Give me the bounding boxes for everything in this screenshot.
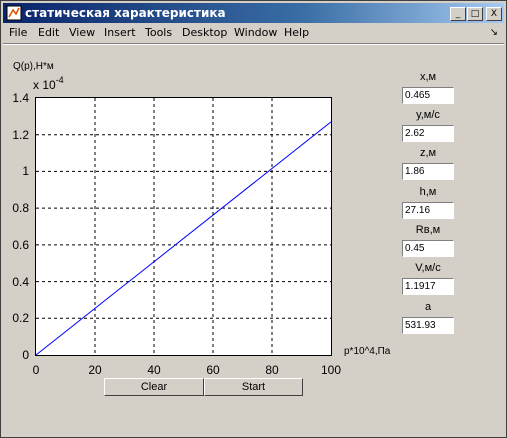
- menu-insert[interactable]: Insert: [104, 26, 136, 39]
- y-tick-label: 1: [22, 164, 29, 179]
- param-label: z,м: [419, 147, 437, 159]
- title-bar[interactable]: статическая характеристика _ □ X: [3, 3, 504, 23]
- y-tick-label: 1.2: [12, 127, 29, 142]
- y-tick-label: 1.4: [12, 91, 29, 105]
- menu-separator: [3, 43, 504, 45]
- x-tick-label: 80: [265, 363, 279, 377]
- matlab-figure-icon: [6, 5, 22, 21]
- menu-help[interactable]: Help: [284, 26, 309, 39]
- menu-window[interactable]: Window: [234, 26, 277, 39]
- param-label: h,м: [419, 186, 437, 198]
- x-tick-label: 60: [206, 363, 220, 377]
- x-tick-label: 20: [88, 363, 102, 377]
- param-input[interactable]: 531.93: [402, 317, 454, 334]
- menu-file[interactable]: File: [9, 26, 27, 39]
- param-label: x,м: [419, 71, 437, 83]
- x-tick-label: 40: [147, 363, 161, 377]
- param-label: a: [424, 301, 432, 313]
- window-title: статическая характеристика: [25, 6, 226, 20]
- menu-edit[interactable]: Edit: [38, 26, 59, 39]
- param-label: Rв,м: [415, 224, 441, 236]
- param-input[interactable]: 2.62: [402, 125, 454, 142]
- maximize-button[interactable]: □: [467, 7, 483, 21]
- menu-tools[interactable]: Tools: [145, 26, 172, 39]
- y-axis-exponent: x 10-4: [33, 75, 64, 92]
- close-button[interactable]: X: [486, 7, 502, 21]
- x-axis-label: p*10^4,Па: [344, 346, 391, 357]
- menu-desktop[interactable]: Desktop: [182, 26, 227, 39]
- dock-arrow-icon[interactable]: ↘: [490, 27, 498, 38]
- series-line: [36, 121, 332, 356]
- param-input[interactable]: 0.465: [402, 87, 454, 104]
- start-button[interactable]: Start: [204, 378, 303, 396]
- y-tick-label: 0.4: [12, 274, 29, 289]
- clear-button[interactable]: Clear: [104, 378, 204, 396]
- param-label: y,м/с: [416, 109, 440, 121]
- y-axis-label: Q(p),H*м: [13, 61, 54, 72]
- param-input[interactable]: 1.1917: [402, 278, 454, 295]
- x-tick-label: 100: [320, 363, 342, 377]
- menu-view[interactable]: View: [69, 26, 95, 39]
- param-label: V,м/с: [415, 262, 441, 274]
- param-input[interactable]: 27.16: [402, 202, 454, 219]
- param-input[interactable]: 0.45: [402, 240, 454, 257]
- y-tick-label: 0: [22, 348, 29, 362]
- y-tick-label: 0.8: [12, 201, 29, 216]
- y-tick-label: 0.2: [12, 311, 29, 326]
- main-window: статическая характеристика _ □ X File Ed…: [0, 0, 507, 438]
- menu-bar: File Edit View Insert Tools Desktop Wind…: [3, 24, 504, 42]
- plot-canvas: [36, 98, 332, 356]
- minimize-button[interactable]: _: [450, 7, 466, 21]
- x-tick-label: 0: [32, 363, 40, 377]
- param-input[interactable]: 1.86: [402, 163, 454, 180]
- plot-axes[interactable]: [35, 97, 332, 356]
- y-tick-label: 0.6: [12, 237, 29, 252]
